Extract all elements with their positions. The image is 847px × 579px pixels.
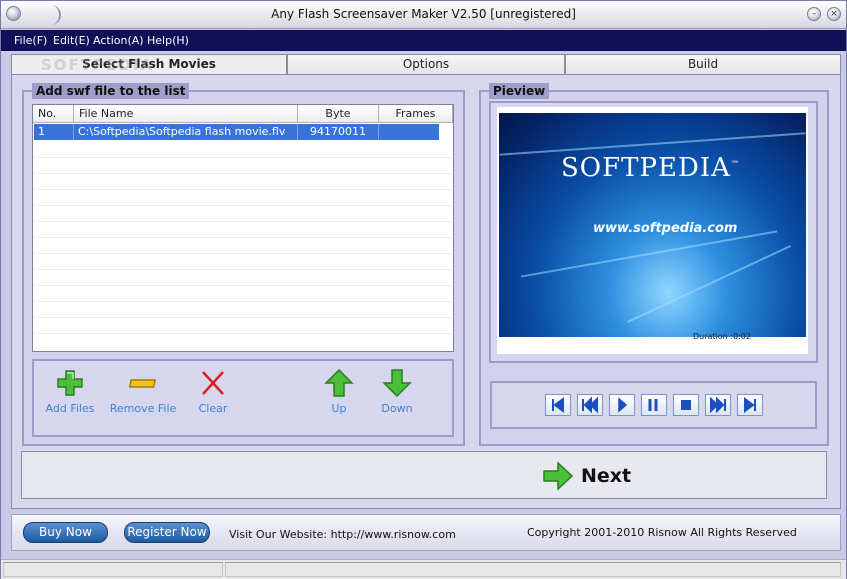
column-file-name[interactable]: File Name <box>74 105 298 123</box>
watermark: SOFTPEDIA <box>41 56 154 74</box>
table-row[interactable]: 1 C:\Softpedia\Softpedia flash movie.flv… <box>34 124 439 140</box>
plus-icon <box>57 370 83 396</box>
trademark: ™ <box>730 159 740 169</box>
grid-line <box>34 205 452 206</box>
pause-icon <box>648 399 658 411</box>
arrow-right-icon <box>543 461 574 491</box>
copyright-text: Copyright 2001-2010 Risnow All Rights Re… <box>527 526 797 539</box>
down-button[interactable]: Down <box>378 369 416 415</box>
website-link[interactable]: Visit Our Website: http://www.risnow.com <box>229 528 456 541</box>
preview-logo: SOFTPEDIA™ <box>561 153 740 183</box>
grid-line <box>34 301 452 302</box>
stop-icon <box>681 400 691 410</box>
close-button[interactable]: × <box>827 7 841 21</box>
player-controls <box>490 381 817 429</box>
group-title: Pieview <box>489 83 550 99</box>
rewind-icon <box>582 396 598 414</box>
grid-line <box>34 317 452 318</box>
status-segment <box>225 562 841 577</box>
pause-button[interactable] <box>641 394 667 416</box>
grid-line <box>34 237 452 238</box>
light-streak <box>627 245 791 323</box>
preview-image: SOFTPEDIA™ www.softpedia.com <box>499 113 806 337</box>
tab-label: Build <box>687 57 719 71</box>
next-label: Next <box>581 465 632 487</box>
tab-options[interactable]: Options <box>287 54 565 75</box>
duration-label: Duration :0:02 <box>693 332 751 341</box>
add-files-button[interactable]: Add Files <box>43 369 97 415</box>
grid-line <box>34 253 452 254</box>
menu-file[interactable]: File(F) <box>14 34 47 47</box>
minimize-button[interactable]: – <box>807 7 821 21</box>
app-window: Any Flash Screensaver Maker V2.50 [unreg… <box>0 0 847 579</box>
register-now-label: Register Now <box>127 525 207 539</box>
minus-icon <box>128 379 156 388</box>
skip-first-icon <box>552 397 564 413</box>
group-title: Add swf file to the list <box>32 83 190 99</box>
clear-button[interactable]: Clear <box>193 369 233 415</box>
up-label: Up <box>331 402 347 415</box>
x-icon <box>202 371 224 395</box>
title-bar[interactable]: Any Flash Screensaver Maker V2.50 [unreg… <box>1 1 846 29</box>
remove-file-button[interactable]: Remove File <box>107 369 179 415</box>
register-now-button[interactable]: Register Now <box>124 522 210 543</box>
clear-label: Clear <box>198 402 228 415</box>
grid-line <box>34 221 452 222</box>
arrow-down-icon <box>382 369 412 397</box>
tab-build[interactable]: Build <box>565 54 841 75</box>
play-button[interactable] <box>609 394 635 416</box>
play-icon <box>618 397 628 413</box>
add-files-label: Add Files <box>45 402 95 415</box>
skip-last-button[interactable] <box>737 394 763 416</box>
skip-first-button[interactable] <box>545 394 571 416</box>
list-header: No. File Name Byte Frames <box>33 105 453 123</box>
next-bar: Next <box>21 451 827 499</box>
menu-edit[interactable]: Edit(E) <box>53 34 90 47</box>
fast-forward-icon <box>710 396 726 414</box>
cell-frames <box>379 124 439 140</box>
grid-line <box>34 333 452 334</box>
window-title: Any Flash Screensaver Maker V2.50 [unreg… <box>271 7 576 21</box>
grid-line <box>34 157 452 158</box>
cell-byte: 94170011 <box>298 124 379 140</box>
column-frames[interactable]: Frames <box>379 105 453 123</box>
menu-bar: File(F) Edit(E) Action(A) Help(H) <box>1 30 846 51</box>
cell-file-name: C:\Softpedia\Softpedia flash movie.flv <box>74 124 298 140</box>
skip-last-icon <box>744 397 756 413</box>
grid-line <box>34 189 452 190</box>
buy-now-label: Buy Now <box>39 525 92 539</box>
menu-help[interactable]: Help(H) <box>147 34 189 47</box>
grid-line <box>34 269 452 270</box>
stop-button[interactable] <box>673 394 699 416</box>
menu-action[interactable]: Action(A) <box>93 34 144 47</box>
status-segment <box>3 562 223 577</box>
tab-label: Options <box>402 57 450 71</box>
column-no[interactable]: No. <box>33 105 74 123</box>
preview-url: www.softpedia.com <box>593 221 738 236</box>
remove-file-label: Remove File <box>109 402 177 415</box>
grid-line <box>34 285 452 286</box>
preview-area: SOFTPEDIA™ www.softpedia.com Duration :0… <box>497 107 808 354</box>
arrow-up-icon <box>324 369 354 397</box>
column-byte[interactable]: Byte <box>298 105 379 123</box>
rewind-button[interactable] <box>577 394 603 416</box>
close-icon: × <box>830 9 838 19</box>
next-button[interactable]: Next <box>542 460 632 492</box>
cell-no: 1 <box>34 124 74 140</box>
fast-forward-button[interactable] <box>705 394 731 416</box>
down-label: Down <box>381 402 413 415</box>
status-bar <box>1 559 846 579</box>
up-button[interactable]: Up <box>323 369 355 415</box>
grid-line <box>34 173 452 174</box>
bottom-bar: Buy Now Register Now Visit Our Website: … <box>11 514 841 551</box>
minimize-icon: – <box>811 9 817 19</box>
buy-now-button[interactable]: Buy Now <box>23 522 108 543</box>
file-list[interactable]: No. File Name Byte Frames 1 C:\Softpedia… <box>32 104 454 352</box>
preview-logo-text: SOFTPEDIA <box>561 153 731 183</box>
